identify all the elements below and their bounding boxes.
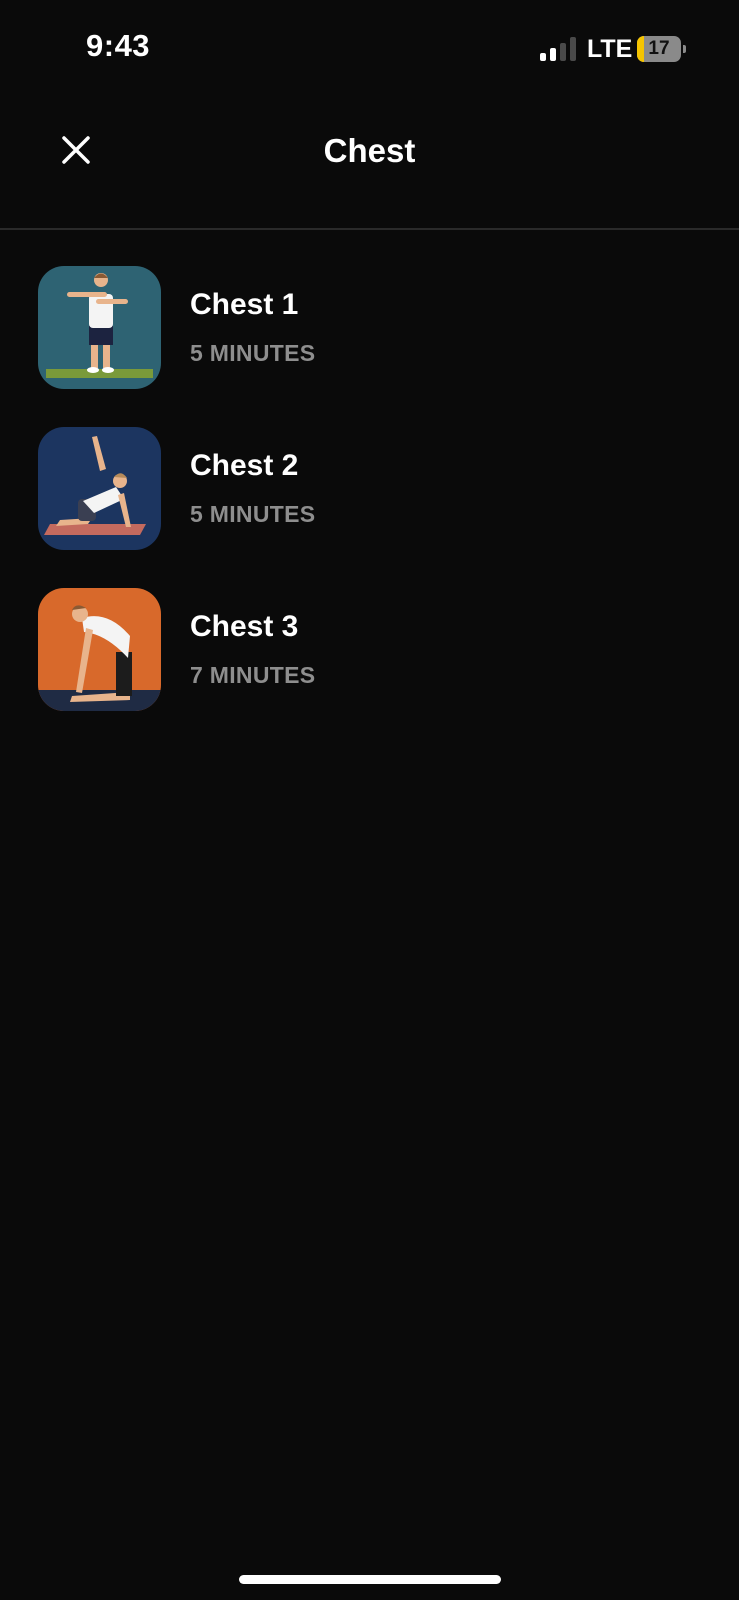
status-time: 9:43 xyxy=(86,28,151,63)
workout-list: Chest 1 5 MINUTES Chest 2 5 MINUTES Ches… xyxy=(0,266,739,749)
workout-title: Chest 2 xyxy=(190,449,299,482)
signal-bar xyxy=(560,43,566,61)
workout-title: Chest 1 xyxy=(190,288,299,321)
workout-duration: 7 MINUTES xyxy=(190,662,316,688)
workout-item-chest-2[interactable]: Chest 2 5 MINUTES xyxy=(0,427,739,550)
workout-duration: 5 MINUTES xyxy=(190,501,316,527)
battery-body: 17 xyxy=(637,36,681,62)
workout-duration: 5 MINUTES xyxy=(190,340,316,366)
battery-icon: 17 xyxy=(637,36,686,62)
camel-pose-illustration xyxy=(38,588,161,711)
workout-thumbnail xyxy=(38,266,161,389)
workout-thumbnail xyxy=(38,427,161,550)
battery-nub xyxy=(683,45,686,53)
signal-bar xyxy=(570,37,576,61)
signal-bar xyxy=(540,53,546,61)
header: Chest xyxy=(0,100,739,230)
workout-item-chest-3[interactable]: Chest 3 7 MINUTES xyxy=(0,588,739,711)
page-title: Chest xyxy=(323,132,416,169)
home-indicator[interactable] xyxy=(239,1575,501,1584)
workout-title: Chest 3 xyxy=(190,610,299,643)
signal-bar xyxy=(550,48,556,61)
signal-strength-icon xyxy=(540,37,578,61)
kneeling-twist-stretch-illustration xyxy=(38,427,161,550)
status-bar: 9:43 LTE 17 xyxy=(0,0,739,100)
workout-item-chest-1[interactable]: Chest 1 5 MINUTES xyxy=(0,266,739,389)
workout-thumbnail xyxy=(38,588,161,711)
battery-level: 17 xyxy=(648,38,670,59)
standing-arm-stretch-illustration xyxy=(38,266,161,389)
network-type: LTE xyxy=(587,35,633,63)
